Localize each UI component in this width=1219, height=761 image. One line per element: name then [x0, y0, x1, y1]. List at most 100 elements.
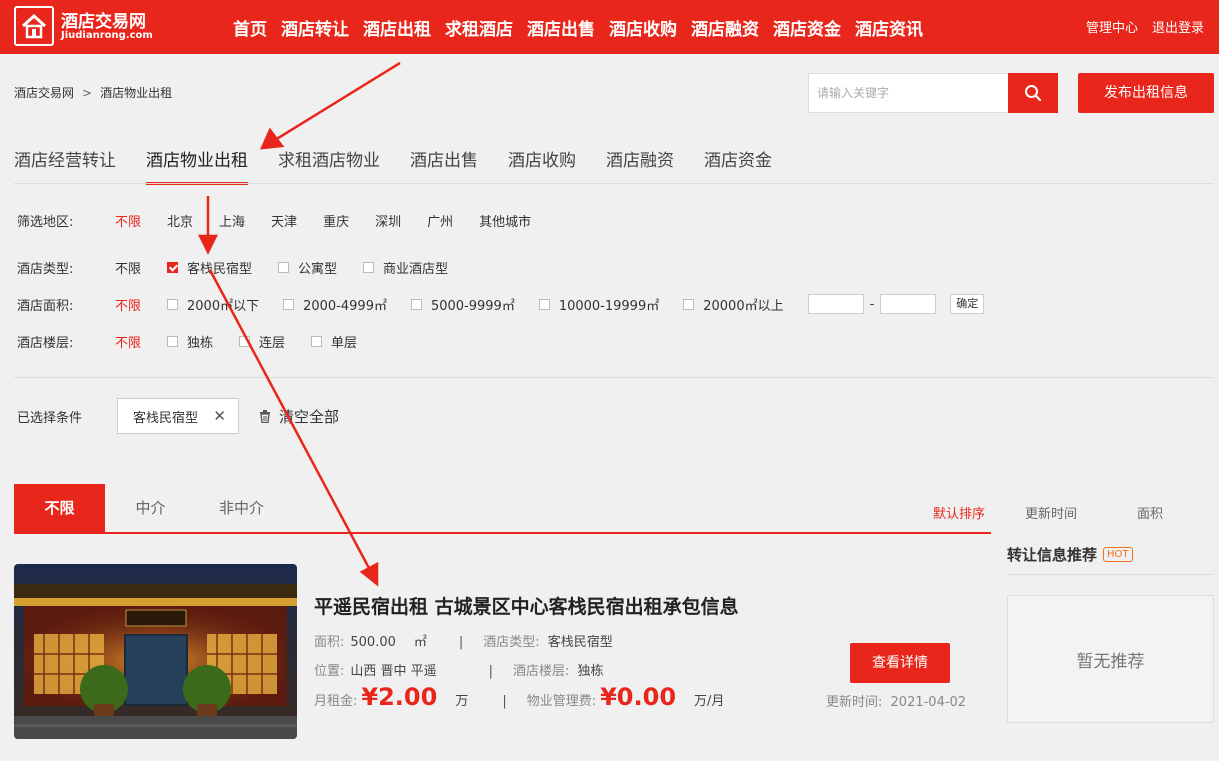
nav-hotel-rent[interactable]: 酒店出租: [363, 15, 431, 40]
view-details-button[interactable]: 查看详情: [850, 643, 950, 683]
tab-agent-any[interactable]: 不限: [14, 484, 105, 532]
type-option-inn[interactable]: 客栈民宿型: [167, 258, 252, 277]
area-4-checkbox[interactable]: [538, 298, 550, 310]
floors-single-checkbox[interactable]: [311, 335, 323, 347]
type-commercial-checkbox[interactable]: [363, 261, 375, 273]
type-option-commercial[interactable]: 商业酒店型: [363, 258, 448, 277]
clear-all-button[interactable]: 清空全部: [259, 406, 339, 427]
region-option-any[interactable]: 不限: [115, 211, 141, 230]
selected-chip[interactable]: 客栈民宿型 ✕: [117, 398, 239, 434]
region-option-other[interactable]: 其他城市: [479, 211, 531, 230]
listing-title[interactable]: 平遥民宿出租 古城景区中心客栈民宿出租承包信息: [314, 592, 739, 619]
type-commercial-label: 商业酒店型: [383, 261, 449, 277]
trash-icon: [260, 410, 270, 423]
tab-seek-hotel-property[interactable]: 求租酒店物业: [278, 146, 380, 185]
sidebar-title-text: 转让信息推荐: [1007, 546, 1098, 564]
category-divider: [14, 183, 1214, 184]
region-option-guangzhou[interactable]: 广州: [427, 211, 453, 230]
area-label: 面积:: [314, 635, 345, 650]
type-option-any[interactable]: 不限: [115, 258, 141, 277]
floors-option-connected[interactable]: 连层: [239, 332, 285, 351]
area-option-4[interactable]: 10000-19999㎡: [538, 295, 659, 314]
sort-area[interactable]: 面积: [1137, 503, 1163, 522]
filter-area: 酒店面积: 不限 2000㎡以下 2000-4999㎡ 5000-9999㎡ 1…: [17, 294, 985, 314]
floors-detached-label: 独栋: [187, 335, 214, 351]
tab-hotel-operation-transfer[interactable]: 酒店经营转让: [14, 146, 116, 185]
area-confirm-button[interactable]: 确定: [950, 294, 985, 314]
nav-hotel-news[interactable]: 酒店资讯: [855, 15, 923, 40]
region-option-tianjin[interactable]: 天津: [271, 211, 297, 230]
area-5-checkbox[interactable]: [683, 298, 695, 310]
floors-option-any[interactable]: 不限: [115, 332, 141, 351]
listing-thumbnail[interactable]: [14, 564, 297, 739]
area-option-2[interactable]: 2000-4999㎡: [283, 295, 387, 314]
tab-hotel-funds[interactable]: 酒店资金: [704, 146, 772, 185]
logo-house-icon: [14, 6, 54, 46]
selected-chip-label: 客栈民宿型: [133, 410, 199, 426]
area-3-checkbox[interactable]: [410, 298, 422, 310]
nav-home[interactable]: 首页: [233, 15, 267, 40]
update-time-label: 更新时间:: [826, 695, 883, 710]
admin-center-link[interactable]: 管理中心: [1086, 17, 1138, 36]
region-option-shanghai[interactable]: 上海: [219, 211, 245, 230]
sort-update-time[interactable]: 更新时间: [1025, 503, 1077, 522]
area-min-input[interactable]: [807, 294, 864, 314]
type-inn-checkbox[interactable]: [167, 261, 179, 273]
sidebar-divider: [1007, 574, 1214, 575]
nav-hotel-funds[interactable]: 酒店资金: [773, 15, 841, 40]
category-tabs: 酒店经营转让 酒店物业出租 求租酒店物业 酒店出售 酒店收购 酒店融资 酒店资金: [14, 146, 772, 185]
nav-hotel-acquisition[interactable]: 酒店收购: [609, 15, 677, 40]
floors-option-single[interactable]: 单层: [311, 332, 357, 351]
filter-divider: [14, 377, 1214, 378]
site-logo[interactable]: 酒店交易网 Jiudianrong.com: [14, 6, 164, 46]
tab-hotel-property-rent[interactable]: 酒店物业出租: [146, 146, 248, 185]
area-option-3[interactable]: 5000-9999㎡: [410, 295, 515, 314]
top-header: 酒店交易网 Jiudianrong.com 首页 酒店转让 酒店出租 求租酒店 …: [0, 0, 1219, 54]
area-unit: ㎡: [413, 635, 427, 650]
floors-detached-checkbox[interactable]: [167, 335, 179, 347]
listing-info-row-2: 位置: 山西 晋中 平遥 | 酒店楼层: 独栋: [314, 660, 603, 679]
type-apartment-checkbox[interactable]: [278, 261, 290, 273]
sidebar-empty-box: 暂无推荐: [1007, 595, 1214, 723]
nav-hotel-sale[interactable]: 酒店出售: [527, 15, 595, 40]
tab-hotel-financing[interactable]: 酒店融资: [606, 146, 674, 185]
area-option-5[interactable]: 20000㎡以上: [683, 295, 784, 314]
type-inn-label: 客栈民宿型: [187, 261, 253, 277]
area-max-input[interactable]: [880, 294, 937, 314]
sort-default[interactable]: 默认排序: [933, 503, 985, 522]
floors-connected-checkbox[interactable]: [239, 335, 251, 347]
nav-hotel-financing[interactable]: 酒店融资: [691, 15, 759, 40]
area-1-label: 2000㎡以下: [187, 298, 260, 314]
floors-single-label: 单层: [331, 335, 358, 351]
publish-rent-button[interactable]: 发布出租信息: [1078, 73, 1214, 113]
nav-hotel-transfer[interactable]: 酒店转让: [281, 15, 349, 40]
logout-link[interactable]: 退出登录: [1152, 17, 1204, 36]
region-option-beijing[interactable]: 北京: [167, 211, 193, 230]
area-1-checkbox[interactable]: [167, 298, 179, 310]
area-option-any[interactable]: 不限: [115, 295, 141, 314]
tab-agent-broker[interactable]: 中介: [105, 484, 196, 532]
type-option-apartment[interactable]: 公寓型: [278, 258, 337, 277]
type-apartment-label: 公寓型: [298, 261, 338, 277]
region-option-chongqing[interactable]: 重庆: [323, 211, 349, 230]
close-icon[interactable]: ✕: [213, 407, 226, 425]
search-button[interactable]: [1008, 73, 1058, 113]
area-option-1[interactable]: 2000㎡以下: [167, 295, 259, 314]
info-separator: |: [458, 635, 464, 650]
rent-unit: 万: [455, 694, 469, 709]
clear-all-label: 清空全部: [279, 408, 340, 426]
filter-type: 酒店类型: 不限 客栈民宿型 公寓型 商业酒店型: [17, 257, 474, 277]
area-2-checkbox[interactable]: [283, 298, 295, 310]
tab-agent-direct[interactable]: 非中介: [196, 484, 287, 532]
region-option-shenzhen[interactable]: 深圳: [375, 211, 401, 230]
area-range-dash: -: [869, 296, 875, 312]
user-links: 管理中心 退出登录: [1086, 17, 1204, 36]
tab-hotel-sale[interactable]: 酒店出售: [410, 146, 478, 185]
search-input[interactable]: [809, 74, 1008, 112]
nav-seek-rent[interactable]: 求租酒店: [445, 15, 513, 40]
breadcrumb-home[interactable]: 酒店交易网: [14, 86, 74, 100]
tab-hotel-acquisition[interactable]: 酒店收购: [508, 146, 576, 185]
rent-value: ¥2.00: [361, 683, 438, 711]
floors-option-detached[interactable]: 独栋: [167, 332, 213, 351]
area-value: 500.00: [350, 635, 396, 650]
